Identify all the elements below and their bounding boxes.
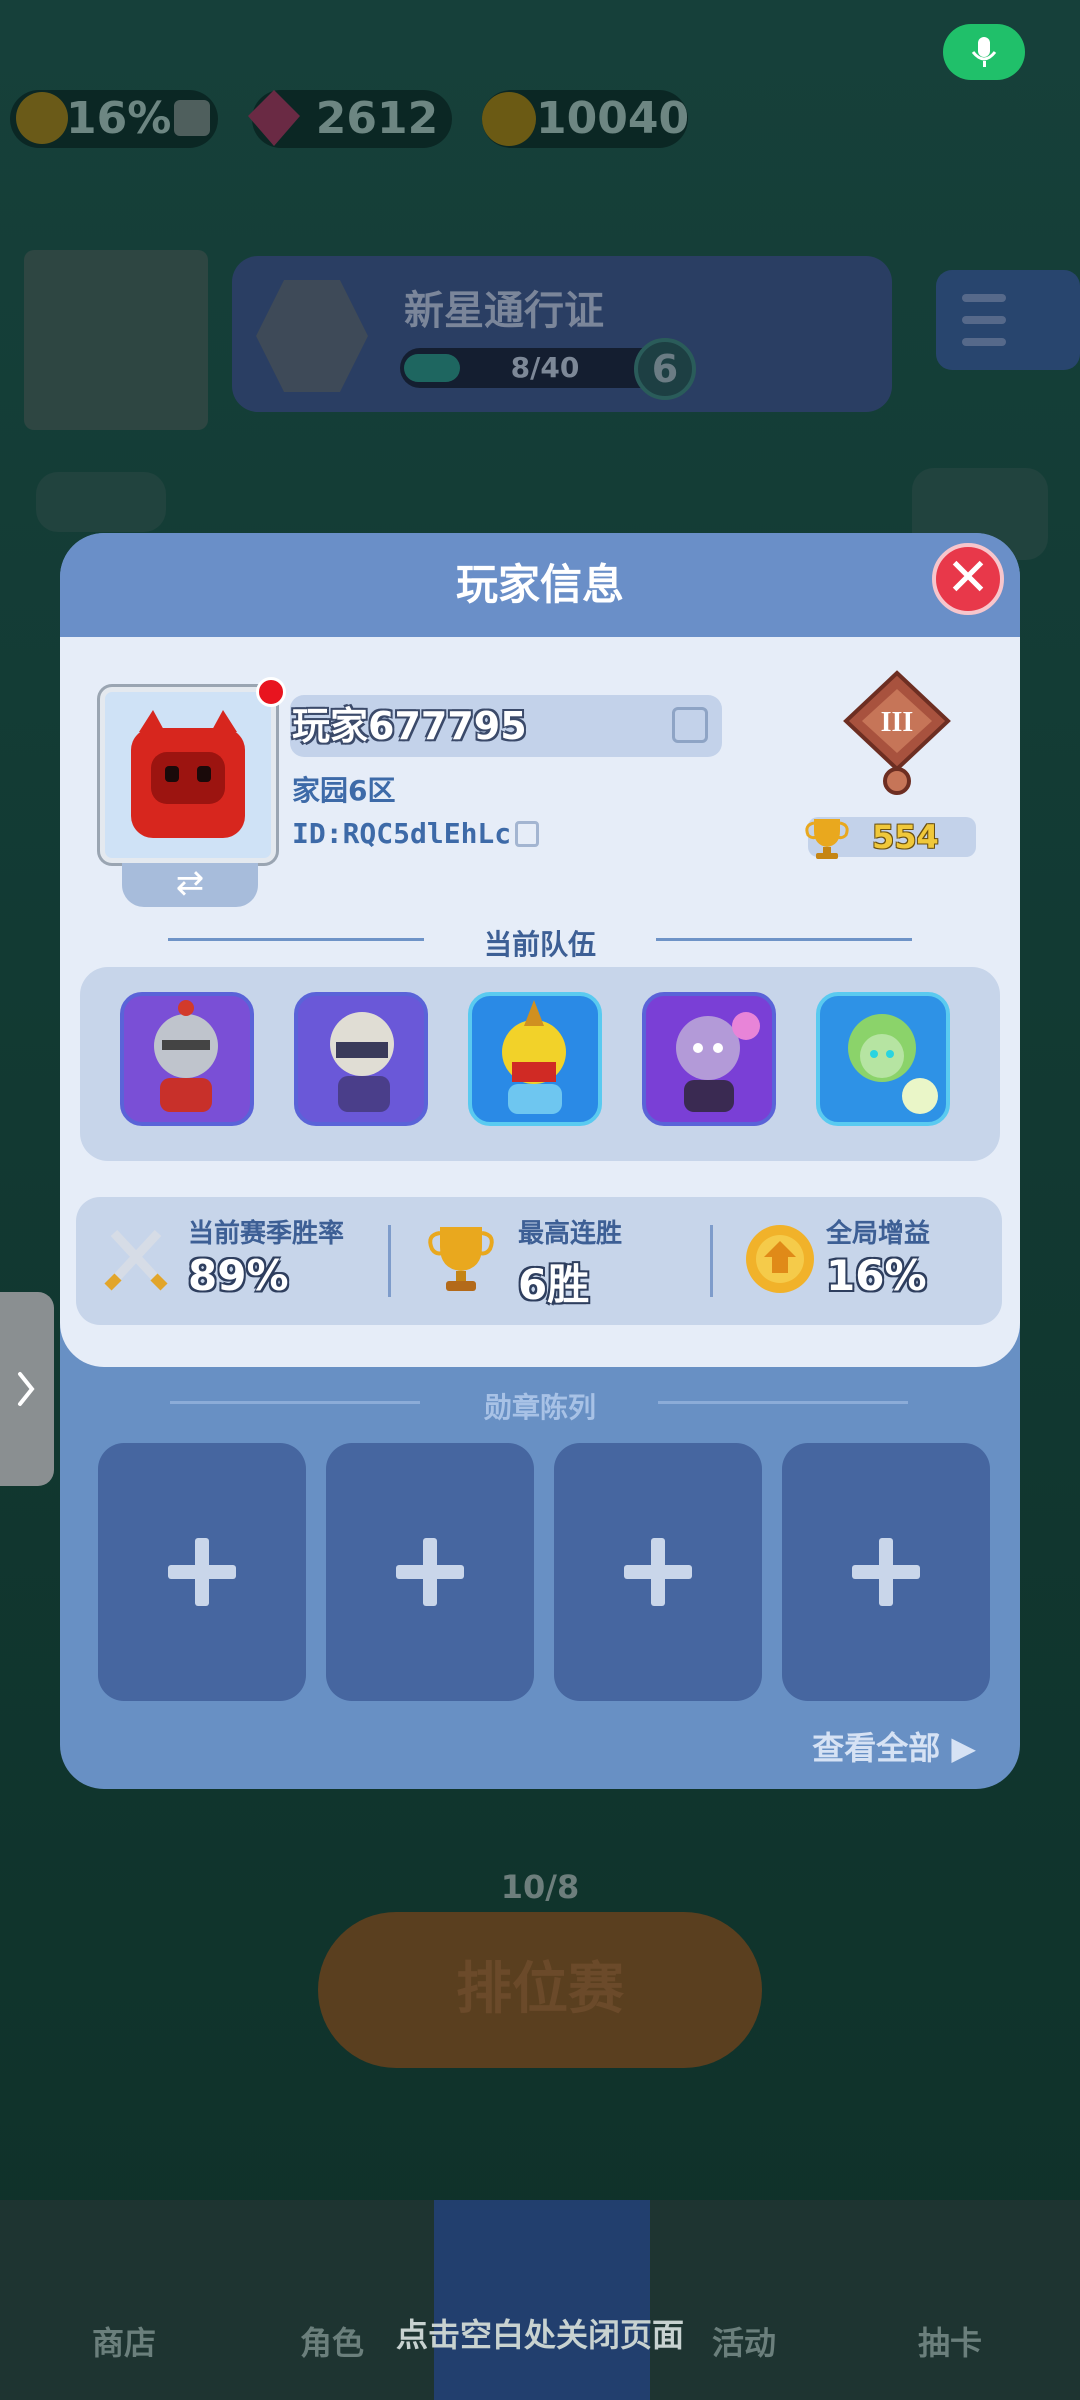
coin-value: 10040 xyxy=(536,93,690,144)
menu-button[interactable] xyxy=(936,270,1080,370)
nav-battle-tab[interactable] xyxy=(434,2200,650,2400)
medal-slot-3[interactable] xyxy=(554,1443,762,1701)
trophy-icon xyxy=(428,1227,494,1291)
team-label: 当前队伍 xyxy=(483,928,596,961)
global-buff-label: 全局增益 xyxy=(826,1219,931,1249)
plus-icon xyxy=(396,1538,464,1606)
rank-match-label: 排位赛 xyxy=(456,1957,624,2022)
player-info-dialog: 玩家信息 ✕ ⇄ 玩家677795 家园6区 ID:RQC5dlEhLc III xyxy=(60,533,1020,1789)
close-button[interactable]: ✕ xyxy=(932,543,1004,615)
view-all-link[interactable]: 查看全部 ▶ xyxy=(812,1723,976,1769)
ninja-hero-icon xyxy=(330,1012,394,1112)
pass-level: 6 xyxy=(634,338,696,400)
shadow-hero-icon xyxy=(676,1012,760,1112)
pass-banner[interactable]: 新星通行证 8/40 6 xyxy=(232,256,892,412)
swap-avatar-button[interactable]: ⇄ xyxy=(122,863,258,907)
plus-icon xyxy=(168,1538,236,1606)
player-avatar[interactable] xyxy=(100,687,276,863)
medal-slot-2[interactable] xyxy=(326,1443,534,1701)
plus-icon xyxy=(852,1538,920,1606)
hero-slot-2[interactable] xyxy=(294,992,428,1126)
team-box xyxy=(80,967,1000,1161)
notification-dot xyxy=(256,677,286,707)
forest-fairy-hero-icon xyxy=(848,1014,938,1114)
buff-pill[interactable]: 16% xyxy=(10,90,218,148)
hero-slot-1[interactable] xyxy=(120,992,254,1126)
rank-numeral: III xyxy=(881,707,914,738)
bg-avatar[interactable] xyxy=(24,250,208,430)
coin-pill[interactable]: 10040 xyxy=(482,90,690,148)
buff-value: 16% xyxy=(66,93,172,144)
pass-title: 新星通行证 xyxy=(404,288,604,334)
streak-label: 最高连胜 xyxy=(518,1219,623,1249)
divider xyxy=(388,1225,391,1297)
king-hero-icon xyxy=(502,1000,566,1114)
copy-icon[interactable] xyxy=(515,821,539,847)
plus-icon xyxy=(624,1538,692,1606)
chevron-right-icon xyxy=(18,1372,35,1406)
player-panel: ⇄ 玩家677795 家园6区 ID:RQC5dlEhLc III 554 当前… xyxy=(60,637,1020,1367)
edit-icon[interactable] xyxy=(672,707,708,743)
player-id: ID:RQC5dlEhLc xyxy=(292,817,512,850)
knight-hero-icon xyxy=(154,1000,218,1112)
crossed-swords-icon xyxy=(104,1229,168,1291)
hero-slot-3[interactable] xyxy=(468,992,602,1126)
stats-box: 当前赛季胜率 89% 最高连胜 6胜 全局增益 16% xyxy=(76,1197,1002,1325)
divider xyxy=(710,1225,713,1297)
medal-slot-1[interactable] xyxy=(98,1443,306,1701)
voice-chat-button[interactable] xyxy=(943,24,1025,80)
player-name: 玩家677795 xyxy=(292,704,527,748)
streak-value: 6胜 xyxy=(518,1260,590,1309)
microphone-icon xyxy=(971,37,997,67)
win-rate-label: 当前赛季胜率 xyxy=(188,1219,345,1249)
trophy-icon xyxy=(805,819,849,859)
player-home: 家园6区 xyxy=(292,774,396,807)
medal-display-label: 勋章陈列 xyxy=(483,1391,596,1424)
buff-icon xyxy=(16,92,68,144)
global-buff-value: 16% xyxy=(826,1251,927,1300)
medal-slot-4[interactable] xyxy=(782,1443,990,1701)
bottom-nav xyxy=(0,2200,1080,2400)
gem-pill[interactable]: 2612 xyxy=(248,90,452,148)
close-hint[interactable]: 点击空白处关闭页面 xyxy=(0,2310,1080,2356)
trophy-count: 554 xyxy=(872,818,939,856)
buff-badge-icon xyxy=(746,1225,814,1293)
red-robot-avatar-icon xyxy=(131,710,245,838)
info-icon[interactable] xyxy=(174,100,210,136)
gem-value: 2612 xyxy=(315,93,439,144)
win-rate-value: 89% xyxy=(188,1251,289,1300)
rank-badge-icon[interactable]: III xyxy=(840,669,954,799)
hero-slot-4[interactable] xyxy=(642,992,776,1126)
view-all-label: 查看全部 xyxy=(812,1729,941,1767)
bg-task-button[interactable] xyxy=(36,472,166,532)
pass-badge-icon xyxy=(256,280,368,392)
dialog-title: 玩家信息 xyxy=(455,560,624,609)
play-arrow-icon: ▶ xyxy=(940,1729,976,1767)
side-panel-toggle[interactable] xyxy=(0,1292,54,1486)
coin-icon xyxy=(482,92,536,146)
gem-icon xyxy=(248,90,300,146)
hero-slot-5[interactable] xyxy=(816,992,950,1126)
ticket-count: 10/8 xyxy=(500,1868,580,1906)
